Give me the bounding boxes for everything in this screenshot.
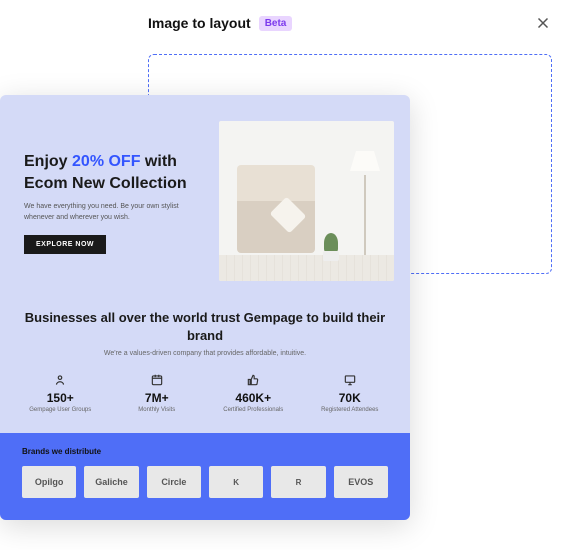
brands-row: Opilgo Galiche Circle K R EVOS [22, 466, 388, 498]
stat-value: 460K+ [205, 391, 302, 405]
hero-image [219, 121, 394, 281]
stat-label: Certified Professionals [205, 407, 302, 413]
stat-label: Gempage User Groups [12, 407, 109, 413]
close-icon[interactable] [534, 14, 552, 32]
hero-title-accent: 20% OFF [72, 153, 140, 170]
hero-section: Enjoy 20% OFF with Ecom New Collection W… [0, 95, 410, 291]
trust-section: Businesses all over the world trust Gemp… [0, 291, 410, 365]
stat-value: 7M+ [109, 391, 206, 405]
hero-title-pre: Enjoy [24, 153, 72, 170]
modal-title: Image to layout Beta [148, 15, 292, 31]
thumbs-icon [246, 373, 260, 387]
brand-logo: K [209, 466, 263, 498]
trust-sub: We're a values-driven company that provi… [20, 350, 390, 357]
hero-copy: Enjoy 20% OFF with Ecom New Collection W… [24, 121, 211, 254]
stat-value: 150+ [12, 391, 109, 405]
explore-button[interactable]: EXPLORE NOW [24, 235, 106, 254]
stat-item: 150+ Gempage User Groups [12, 373, 109, 413]
stat-label: Registered Attendees [302, 407, 399, 413]
brand-logo: EVOS [334, 466, 388, 498]
user-icon [53, 373, 67, 387]
hero-title: Enjoy 20% OFF with Ecom New Collection [24, 151, 211, 194]
beta-badge: Beta [259, 16, 293, 31]
stat-item: 460K+ Certified Professionals [205, 373, 302, 413]
screen-icon [343, 373, 357, 387]
trust-headline: Businesses all over the world trust Gemp… [20, 309, 390, 345]
stat-item: 70K Registered Attendees [302, 373, 399, 413]
brand-logo: Circle [147, 466, 201, 498]
brand-logo: R [271, 466, 325, 498]
hero-subtitle: We have everything you need. Be your own… [24, 202, 184, 223]
stat-value: 70K [302, 391, 399, 405]
stats-row: 150+ Gempage User Groups 7M+ Monthly Vis… [0, 365, 410, 433]
stat-item: 7M+ Monthly Visits [109, 373, 206, 413]
brand-logo: Opilgo [22, 466, 76, 498]
preview-card: Enjoy 20% OFF with Ecom New Collection W… [0, 95, 410, 520]
brand-logo: Galiche [84, 466, 138, 498]
modal-header: Image to layout Beta [130, 0, 570, 46]
calendar-icon [150, 373, 164, 387]
stat-label: Monthly Visits [109, 407, 206, 413]
brands-section: Brands we distribute Opilgo Galiche Circ… [0, 433, 410, 520]
brands-title: Brands we distribute [22, 447, 388, 456]
modal-title-text: Image to layout [148, 15, 251, 31]
